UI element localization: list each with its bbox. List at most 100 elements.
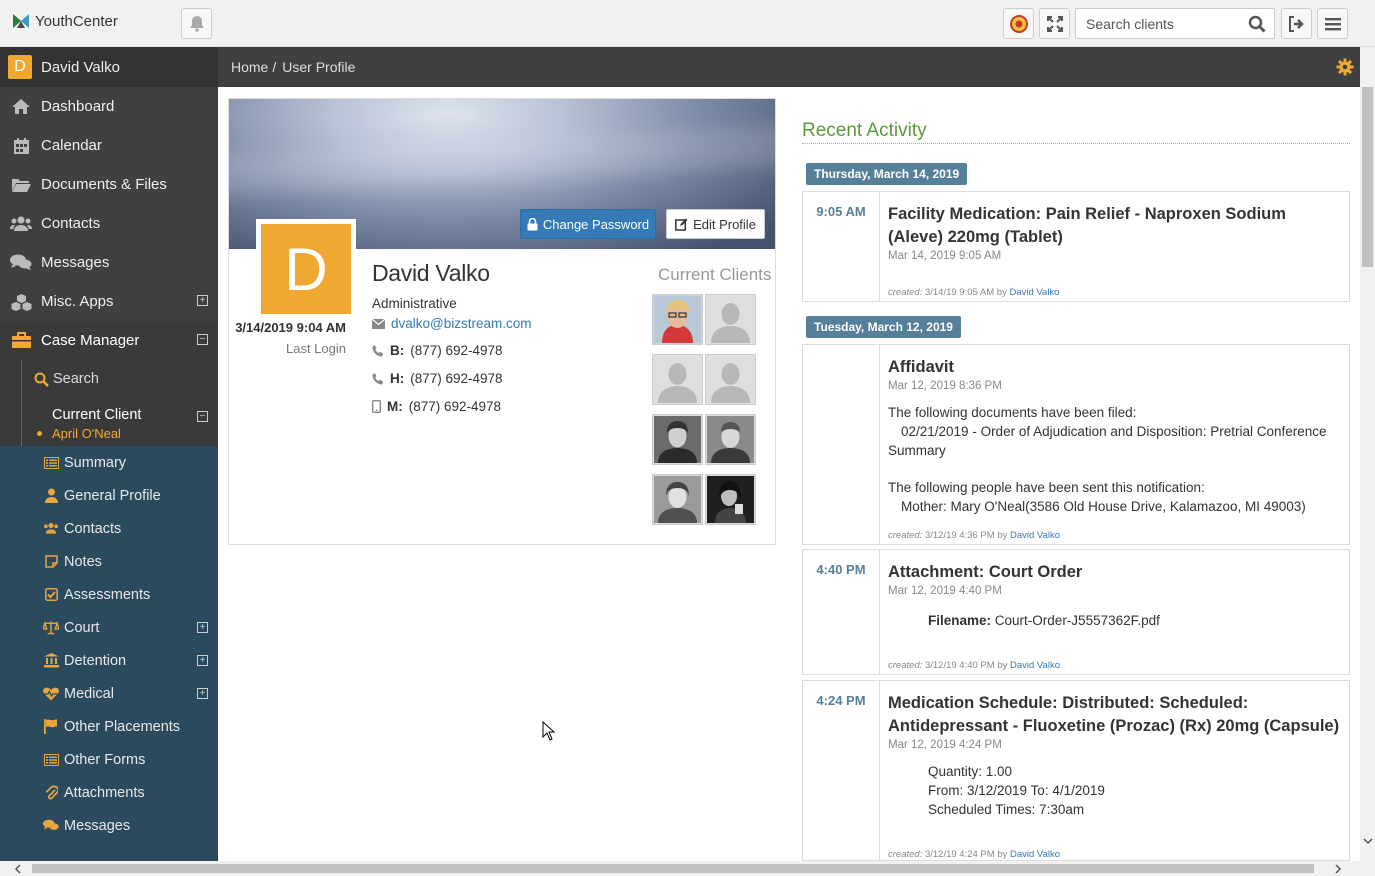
sidebar-item-client-messages[interactable]: Messages bbox=[0, 809, 218, 842]
client-photo[interactable] bbox=[652, 414, 703, 465]
sidebar-item-label: Calendar bbox=[41, 137, 102, 154]
sidebar-item-summary[interactable]: Summary bbox=[0, 446, 218, 479]
client-photo[interactable] bbox=[652, 294, 703, 345]
sidebar-item-attachments[interactable]: Attachments bbox=[0, 776, 218, 809]
profile-phone-mobile: M: (877) 692-4978 bbox=[372, 399, 501, 414]
search-icon[interactable] bbox=[1248, 15, 1266, 33]
collapse-icon[interactable]: − bbox=[197, 334, 208, 345]
activity-text: The following documents have been filed: bbox=[888, 405, 1137, 420]
fullscreen-button[interactable] bbox=[1039, 8, 1070, 39]
app-logo[interactable]: YouthCenter bbox=[12, 12, 118, 30]
sidebar-item-label: Assessments bbox=[64, 586, 151, 603]
sidebar-item-label: Contacts bbox=[41, 215, 101, 232]
client-photo[interactable] bbox=[652, 474, 703, 525]
horizontal-scroll-thumb[interactable] bbox=[32, 864, 1314, 873]
sidebar-item-dashboard[interactable]: Dashboard bbox=[0, 87, 218, 126]
sidebar-item-label: Messages bbox=[64, 817, 131, 834]
sidebar: D David Valko Dashboard Calendar Documen… bbox=[0, 47, 218, 861]
last-login-label: Last Login bbox=[286, 341, 346, 356]
gear-icon[interactable] bbox=[1336, 58, 1354, 76]
sidebar-item-other-placements[interactable]: Other Placements bbox=[0, 710, 218, 743]
activity-date-badge: Thursday, March 14, 2019 bbox=[806, 163, 968, 185]
current-clients-grid bbox=[652, 294, 758, 525]
cubes-icon bbox=[10, 293, 32, 311]
current-client[interactable]: Current Client April O'Neal − bbox=[0, 398, 218, 446]
sidebar-item-messages[interactable]: Messages bbox=[0, 243, 218, 282]
facility-button[interactable] bbox=[1003, 8, 1034, 39]
sidebar-item-court[interactable]: Court + bbox=[0, 611, 218, 644]
scroll-left-icon[interactable] bbox=[14, 864, 21, 874]
sidebar-item-other-forms[interactable]: Other Forms bbox=[0, 743, 218, 776]
expand-icon[interactable]: + bbox=[197, 655, 208, 666]
client-photo[interactable] bbox=[705, 474, 756, 525]
activity-entry[interactable]: Affidavit Mar 12, 2019 8:36 PM The follo… bbox=[802, 344, 1350, 545]
profile-email: dvalko@bizstream.com bbox=[372, 316, 532, 331]
menu-button[interactable] bbox=[1317, 8, 1348, 39]
activity-date-badge: Tuesday, March 12, 2019 bbox=[806, 316, 961, 338]
expand-icon[interactable]: + bbox=[197, 688, 208, 699]
list-icon bbox=[43, 456, 59, 469]
sidebar-item-medical[interactable]: Medical + bbox=[0, 677, 218, 710]
created-by-link[interactable]: David Valko bbox=[1010, 530, 1060, 541]
logout-button[interactable] bbox=[1281, 8, 1312, 39]
activity-entry[interactable]: 4:40 PM Attachment: Court Order Mar 12, … bbox=[802, 549, 1350, 675]
bell-icon bbox=[189, 16, 204, 32]
folder-icon bbox=[10, 177, 32, 193]
created-when: 3/12/19 4:40 PM by bbox=[924, 660, 1008, 671]
sidebar-user[interactable]: D David Valko bbox=[0, 47, 218, 87]
sidebar-item-label: Detention bbox=[64, 652, 127, 669]
envelope-icon bbox=[372, 318, 385, 329]
breadcrumb-home[interactable]: Home bbox=[231, 59, 268, 75]
current-client-name[interactable]: April O'Neal bbox=[52, 426, 218, 441]
profile-phone-business: B: (877) 692-4978 bbox=[372, 343, 503, 358]
client-photo-placeholder[interactable] bbox=[652, 354, 703, 405]
sidebar-item-calendar[interactable]: Calendar bbox=[0, 126, 218, 165]
created-when: 3/12/19 4:36 PM by bbox=[924, 530, 1008, 541]
sidebar-item-search[interactable]: Search bbox=[0, 360, 218, 398]
created-prefix: created: bbox=[888, 660, 923, 671]
vertical-scrollbar[interactable] bbox=[1360, 47, 1375, 861]
created-by-link[interactable]: David Valko bbox=[1009, 287, 1059, 298]
sidebar-item-detention[interactable]: Detention + bbox=[0, 644, 218, 677]
client-search[interactable] bbox=[1075, 8, 1275, 39]
scroll-right-icon[interactable] bbox=[1335, 864, 1342, 874]
client-photo-placeholder[interactable] bbox=[705, 354, 756, 405]
change-password-button[interactable]: Change Password bbox=[520, 209, 656, 239]
profile-first-name: David bbox=[372, 260, 430, 286]
edit-profile-button[interactable]: Edit Profile bbox=[666, 209, 765, 239]
client-photo-placeholder[interactable] bbox=[705, 294, 756, 345]
sidebar-item-general-profile[interactable]: General Profile bbox=[0, 479, 218, 512]
activity-subtitle: Mar 12, 2019 4:24 PM bbox=[888, 739, 1002, 751]
horizontal-scrollbar[interactable] bbox=[0, 861, 1375, 876]
sidebar-item-client-contacts[interactable]: Contacts bbox=[0, 512, 218, 545]
collapse-icon[interactable]: − bbox=[197, 411, 208, 422]
sidebar-item-notes[interactable]: Notes bbox=[0, 545, 218, 578]
activity-entry[interactable]: 4:24 PM Medication Schedule: Distributed… bbox=[802, 680, 1350, 861]
sidebar-item-documents[interactable]: Documents & Files bbox=[0, 165, 218, 204]
created-by-link[interactable]: David Valko bbox=[1010, 849, 1060, 860]
last-login-date: 3/14/2019 9:04 AM bbox=[235, 320, 346, 335]
vertical-scroll-thumb[interactable] bbox=[1362, 87, 1373, 267]
activity-created: created: 3/12/19 4:24 PM by David Valko bbox=[888, 849, 1060, 860]
scroll-down-icon[interactable] bbox=[1363, 838, 1373, 845]
building-icon bbox=[43, 653, 59, 668]
top-bar: YouthCenter bbox=[0, 0, 1375, 47]
profile-role: Administrative bbox=[372, 296, 457, 311]
sidebar-item-misc-apps[interactable]: Misc. Apps + bbox=[0, 282, 218, 321]
phone-label: M: bbox=[387, 399, 403, 414]
sidebar-item-contacts[interactable]: Contacts bbox=[0, 204, 218, 243]
profile-email-link[interactable]: dvalko@bizstream.com bbox=[391, 316, 532, 331]
sidebar-item-assessments[interactable]: Assessments bbox=[0, 578, 218, 611]
search-input[interactable] bbox=[1086, 15, 1246, 32]
activity-entry[interactable]: 9:05 AM Facility Medication: Pain Relief… bbox=[802, 191, 1350, 302]
created-by-link[interactable]: David Valko bbox=[1010, 660, 1060, 671]
sidebar-item-label: Search bbox=[53, 371, 99, 387]
filename-label: Filename: bbox=[928, 613, 992, 628]
client-photo[interactable] bbox=[705, 414, 756, 465]
expand-icon[interactable]: + bbox=[197, 295, 208, 306]
activity-title: Attachment: Court Order bbox=[888, 563, 1083, 581]
expand-icon[interactable]: + bbox=[197, 622, 208, 633]
sidebar-item-label: Messages bbox=[41, 254, 110, 271]
sidebar-item-case-manager[interactable]: Case Manager − bbox=[0, 321, 218, 360]
notifications-button[interactable] bbox=[181, 8, 212, 39]
